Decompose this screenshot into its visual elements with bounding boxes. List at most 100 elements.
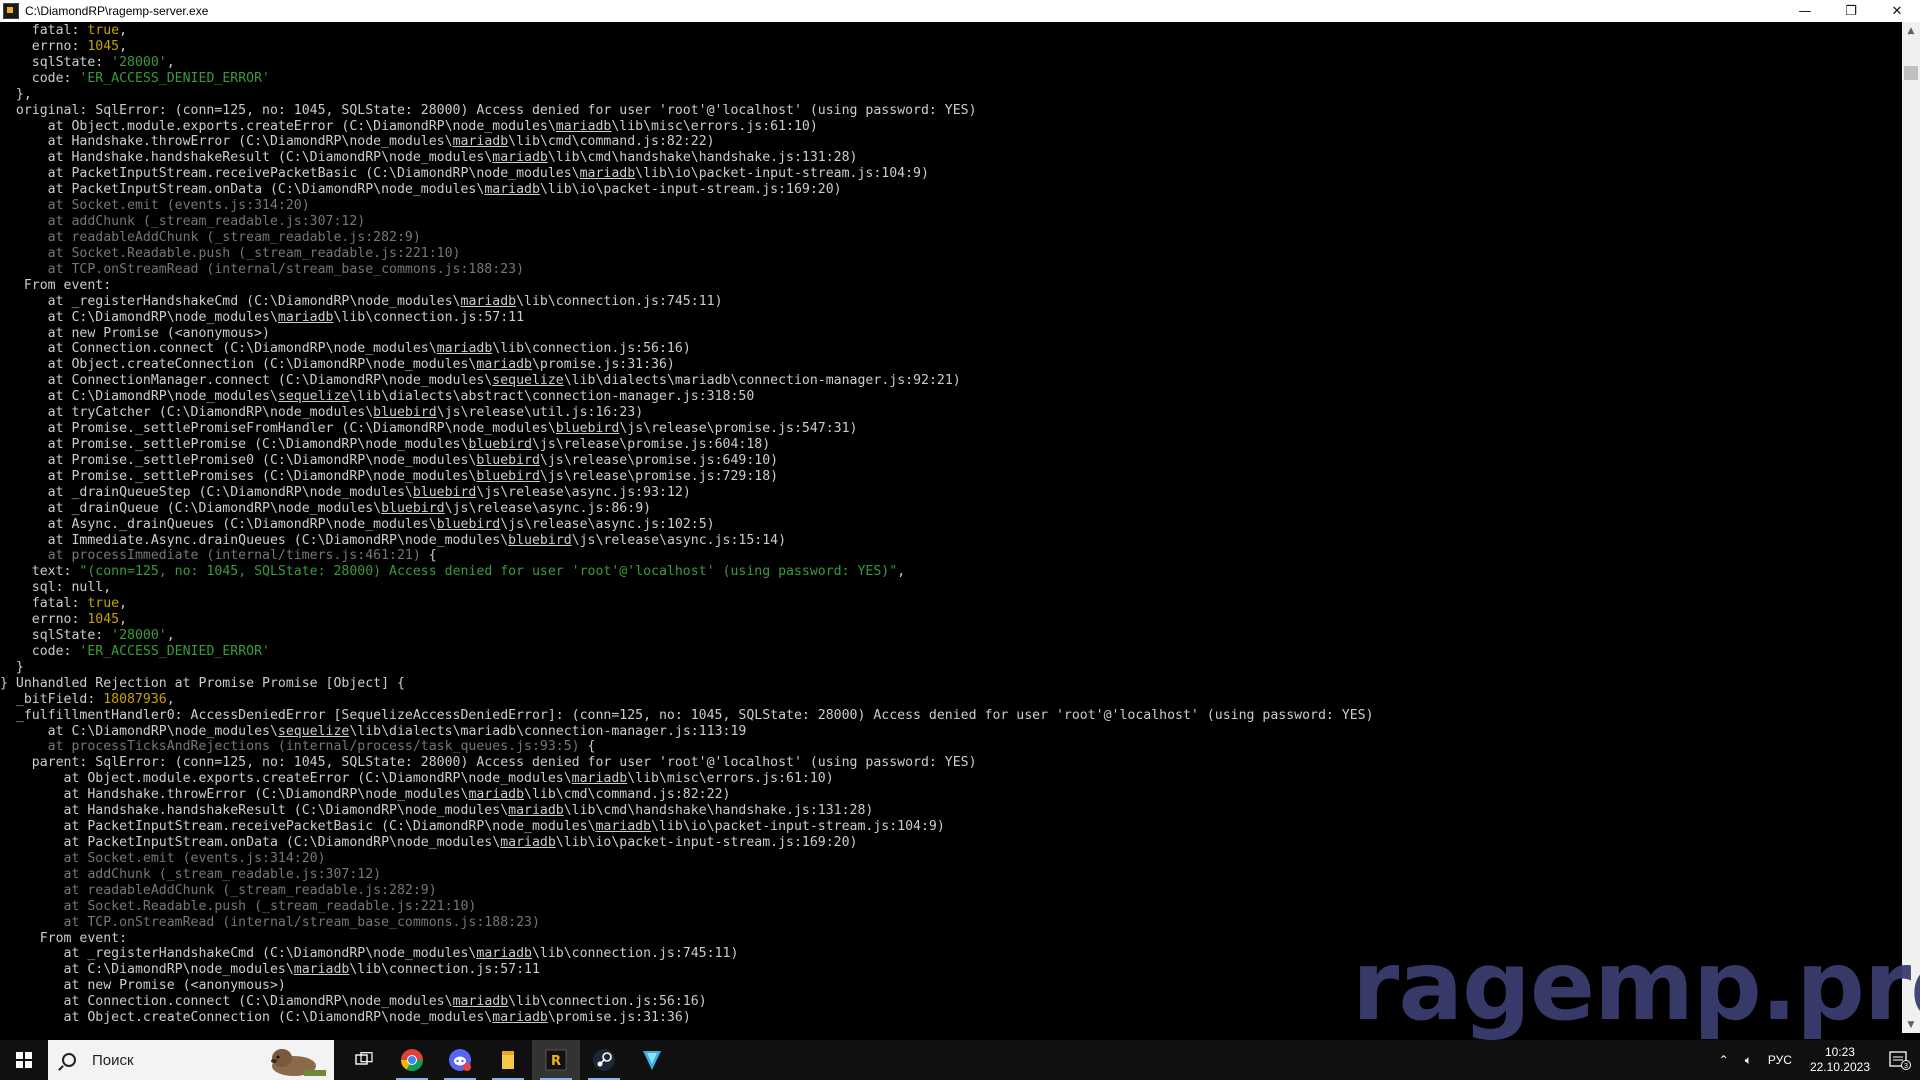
vertical-scrollbar[interactable]: ▲ ▼ (1902, 22, 1920, 1033)
console-text-segment: at Object.createConnection (C:\DiamondRP… (0, 1010, 493, 1026)
maximize-button[interactable]: ❐ (1828, 0, 1874, 22)
console-text-segment: , (119, 23, 128, 38)
console-line: at Handshake.handshakeResult (C:\Diamond… (0, 803, 1902, 819)
input-language[interactable]: РУС (1760, 1053, 1800, 1067)
console-line: at tryCatcher (C:\DiamondRP\node_modules… (0, 405, 1902, 421)
console-text-segment: mariadb (492, 1010, 548, 1026)
chrome-icon[interactable] (388, 1040, 436, 1080)
console-text-segment: code: (0, 70, 80, 86)
console-text-segment: at _registerHandshakeCmd (C:\DiamondRP\n… (0, 946, 477, 962)
console-text-segment: sqlState: (0, 54, 112, 70)
console-text-segment: mariadb (476, 946, 532, 962)
console-text-segment: at Promise._settlePromise (C:\DiamondRP\… (0, 436, 469, 452)
console-text-segment: mariadb (500, 835, 556, 851)
console-line: at Handshake.throwError (C:\DiamondRP\no… (0, 134, 1902, 150)
console-line: at Promise._settlePromise0 (C:\DiamondRP… (0, 453, 1902, 469)
file-explorer-icon[interactable] (484, 1040, 532, 1080)
console-text-segment: at TCP.onStreamRead (internal/stream_bas… (0, 914, 540, 930)
steam-icon[interactable] (580, 1040, 628, 1080)
system-tray: ⌃ 🔈︎ РУС 10:23 22.10.2023 3 (1711, 1040, 1920, 1080)
console-text-segment: mariadb (452, 994, 509, 1010)
console-text-segment: \lib\io\packet-input-stream.js:169:20) (555, 835, 858, 851)
system-clock[interactable]: 10:23 22.10.2023 (1800, 1045, 1880, 1075)
console-text-segment: \lib\io\packet-input-stream.js:104:9) (651, 819, 945, 835)
console-text-segment: at PacketInputStream.receivePacketBasic … (0, 166, 580, 182)
console-text-segment: mariadb (484, 182, 540, 198)
notification-center-icon[interactable]: 3 (1880, 1050, 1920, 1070)
console-output[interactable]: fatal: true, errno: 1045, sqlState: '280… (0, 22, 1902, 1033)
console-line: at Socket.Readable.push (_stream_readabl… (0, 899, 1902, 915)
console-line: From event: (0, 278, 1902, 294)
console-line: at new Promise (<anonymous>) (0, 326, 1902, 342)
console-text-segment: bluebird (508, 532, 572, 548)
close-button[interactable]: ✕ (1874, 0, 1920, 22)
console-text-segment: \js\release\promise.js:729:18) (539, 468, 779, 484)
taskbar-search[interactable]: Поиск (48, 1040, 334, 1080)
console-text-segment: \lib\misc\errors.js:61:10) (611, 118, 818, 134)
scroll-up-arrow-icon[interactable]: ▲ (1902, 22, 1920, 39)
console-text-segment: { (420, 548, 437, 564)
console-text-segment: mariadb (468, 787, 525, 803)
console-line: _fulfillmentHandler0: AccessDeniedError … (0, 708, 1902, 724)
console-text-segment: 1045 (87, 612, 120, 628)
console-line: at Promise._settlePromises (C:\DiamondRP… (0, 469, 1902, 485)
console-text-segment: sequelize (277, 723, 350, 739)
console-line: at Socket.emit (events.js:314:20) (0, 851, 1902, 867)
console-line: errno: 1045, (0, 612, 1902, 628)
minimize-button[interactable]: — (1782, 0, 1828, 22)
console-text-segment: sequelize (277, 389, 350, 405)
console-text-segment: , (166, 54, 175, 70)
console-text-segment: mariadb (476, 357, 532, 373)
console-text-segment: at PacketInputStream.onData (C:\DiamondR… (0, 835, 501, 851)
start-button[interactable] (0, 1040, 48, 1080)
console-text-segment: mariadb (555, 118, 612, 134)
ragemp-icon[interactable]: R (532, 1040, 580, 1080)
app-icon (3, 3, 19, 19)
console-text-segment: fatal: (0, 23, 88, 38)
console-line: at C:\DiamondRP\node_modules\mariadb\lib… (0, 310, 1902, 326)
console-line: at processTicksAndRejections (internal/p… (0, 739, 1902, 755)
console-text-segment: at Object.module.exports.createError (C:… (0, 118, 556, 134)
speaker-icon[interactable]: 🔈︎ (1737, 1053, 1760, 1068)
console-text-segment: sqlState: (0, 628, 112, 644)
console-text-segment: at Promise._settlePromises (C:\DiamondRP… (0, 468, 477, 484)
discord-icon[interactable] (436, 1040, 484, 1080)
console-line: at Object.module.exports.createError (C:… (0, 771, 1902, 787)
console-text-segment: \lib\connection.js:57:11 (349, 962, 540, 978)
console-text-segment: bluebird (412, 484, 477, 500)
console-text-segment: true (87, 23, 120, 38)
console-text-segment: at Socket.emit (events.js:314:20) (0, 850, 326, 866)
console-text-segment: , (897, 564, 906, 580)
console-text-segment: at readableAddChunk (_stream_readable.js… (0, 229, 421, 245)
vpn-shield-icon[interactable] (628, 1040, 676, 1080)
chevron-up-icon[interactable]: ⌃ (1711, 1053, 1737, 1067)
window-title: C:\DiamondRP\ragemp-server.exe (25, 4, 209, 18)
taskbar: Поиск R ⌃ 🔈︎ РУС 10:23 22.10.2023 3 (0, 1040, 1920, 1080)
console-text-segment: }, (0, 86, 32, 102)
console-text-segment: original: SqlError: (conn=125, no: 1045,… (0, 102, 977, 118)
console-text-segment: } (0, 659, 24, 675)
console-line: at Async._drainQueues (C:\DiamondRP\node… (0, 517, 1902, 533)
console-text-segment: sequelize (492, 373, 564, 389)
console-text-segment: at Handshake.throwError (C:\DiamondRP\no… (0, 787, 469, 803)
task-view-icon[interactable] (340, 1040, 388, 1080)
console-line: fatal: true, (0, 23, 1902, 39)
console-text-segment: at TCP.onStreamRead (internal/stream_bas… (0, 261, 525, 277)
console-line: at TCP.onStreamRead (internal/stream_bas… (0, 262, 1902, 278)
console-text-segment: at Connection.connect (C:\DiamondRP\node… (0, 341, 437, 357)
console-text-segment: \js\release\promise.js:547:31) (619, 421, 858, 437)
console-text-segment: 'ER_ACCESS_DENIED_ERROR' (79, 643, 270, 659)
console-text-segment: \lib\connection.js:56:16) (492, 341, 691, 357)
console-text-segment: \lib\connection.js:745:11) (531, 946, 739, 962)
console-line: } Unhandled Rejection at Promise Promise… (0, 676, 1902, 692)
console-text-segment: at Socket.emit (events.js:314:20) (0, 198, 310, 214)
console-text-segment: \lib\cmd\command.js:82:22) (524, 787, 731, 803)
console-text-segment: at readableAddChunk (_stream_readable.js… (0, 882, 437, 898)
console-text-segment: sql: null, (0, 580, 112, 596)
console-text-segment: \js\release\async.js:102:5) (500, 516, 715, 532)
search-icon (62, 1053, 76, 1067)
console-text-segment: \lib\dialects\mariadb\connection-manager… (349, 723, 747, 739)
clock-time: 10:23 (1824, 1045, 1855, 1059)
console-line: errno: 1045, (0, 39, 1902, 55)
scrollbar-thumb[interactable] (1904, 66, 1918, 80)
